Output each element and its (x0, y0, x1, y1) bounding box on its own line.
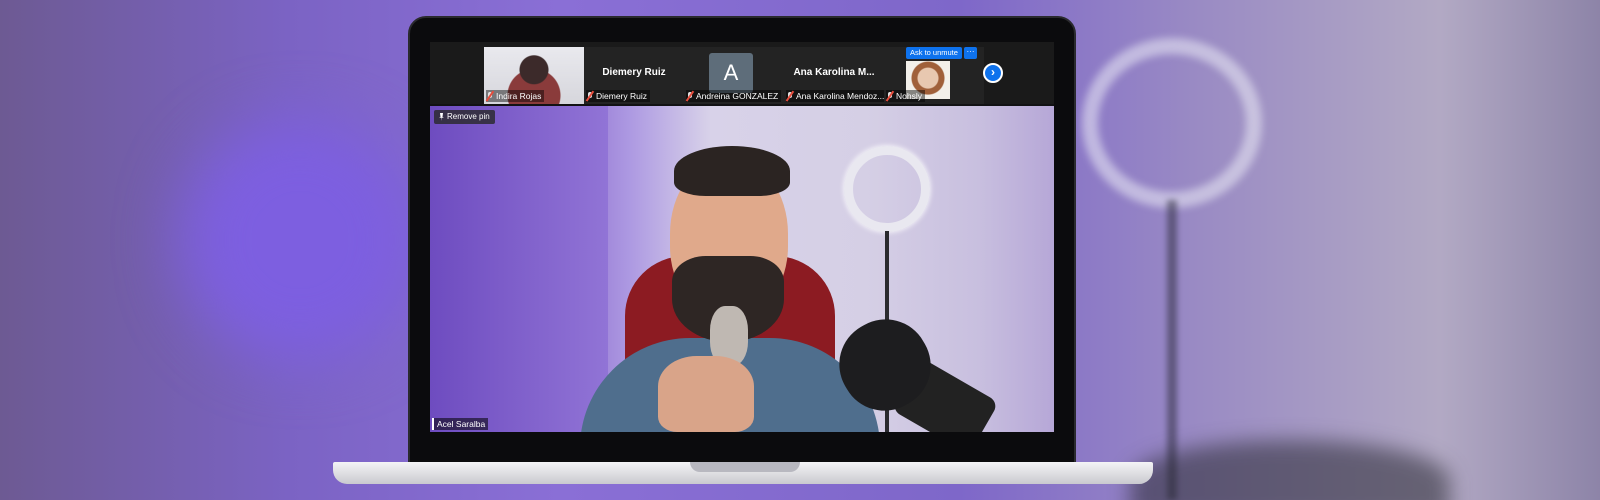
participant-name-tag: Diemery Ruiz (586, 90, 651, 102)
ask-to-unmute-button[interactable]: Ask to unmute (906, 47, 962, 59)
next-page-button[interactable]: › (983, 63, 1003, 83)
participant-name-tag: Indira Rojas (486, 90, 545, 102)
participant-tile[interactable]: Indira Rojas (484, 47, 584, 104)
participant-name: Ana Karolina Mendoz... (796, 91, 884, 101)
mic-muted-icon (686, 91, 694, 101)
participant-name: Diemery Ruiz (596, 91, 648, 101)
speaker-hand (658, 356, 754, 432)
speaker-hair (674, 146, 790, 196)
mic-muted-icon (586, 91, 594, 101)
meeting-screen: Indira Rojas Diemery Ruiz Diemery Ruiz A… (430, 42, 1054, 432)
background-chair (1130, 440, 1450, 500)
background-glow (180, 120, 420, 360)
participant-tile[interactable]: A Andreina GONZALEZ (684, 47, 784, 104)
remove-pin-button[interactable]: Remove pin (434, 110, 495, 124)
avatar: A (709, 53, 753, 93)
pin-icon (439, 113, 444, 121)
mic-muted-icon (886, 91, 894, 101)
more-options-button[interactable]: ··· (964, 47, 977, 59)
participant-strip: Indira Rojas Diemery Ruiz Diemery Ruiz A… (430, 42, 1054, 104)
mic-muted-icon (486, 91, 494, 101)
pinned-video[interactable]: Remove pin Acel Saralba (430, 106, 1054, 432)
participant-name: Indira Rojas (496, 91, 542, 101)
participant-name-tag: Ana Karolina Mendoz... (786, 90, 884, 102)
participant-title: Diemery Ruiz (602, 67, 666, 78)
participant-name-tag: Nohsly (886, 90, 925, 102)
video-wall (430, 106, 608, 432)
mic-muted-icon (786, 91, 794, 101)
participant-name: Andreina GONZALEZ (696, 91, 779, 101)
participant-tile[interactable]: Ana Karolina M... Ana Karolina Mendoz... (784, 47, 884, 104)
participant-tile[interactable]: Ask to unmute ··· Nohsly (884, 47, 984, 104)
ring-light (844, 146, 930, 232)
laptop-notch (690, 462, 800, 472)
participant-tile[interactable]: Diemery Ruiz Diemery Ruiz (584, 47, 684, 104)
speaker-name-tag: Acel Saralba (432, 418, 489, 430)
participant-name: Nohsly (896, 91, 922, 101)
remove-pin-label: Remove pin (447, 112, 490, 121)
participant-title: Ana Karolina M... (793, 67, 875, 78)
participant-name-tag: Andreina GONZALEZ (686, 90, 782, 102)
background-ring-light (1082, 38, 1262, 208)
